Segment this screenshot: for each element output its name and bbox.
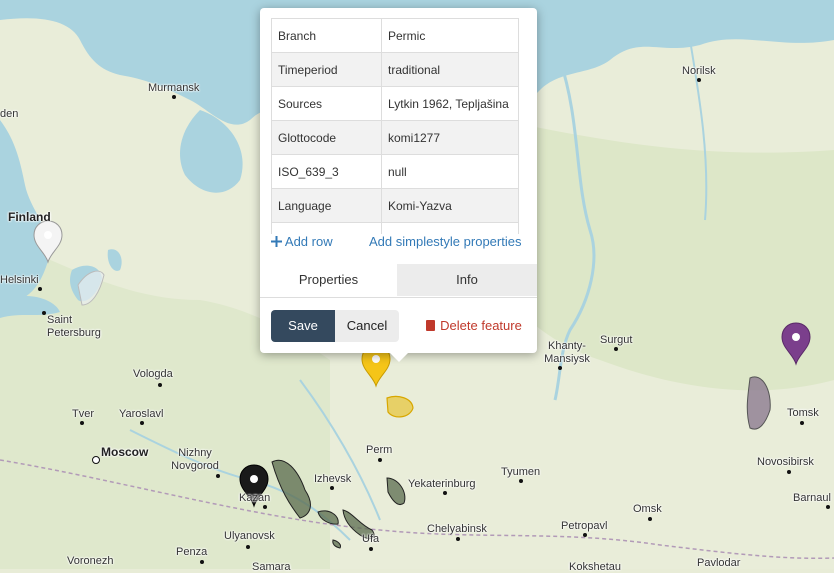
city-label-tyumen: Tyumen (501, 466, 541, 478)
city-label-moscow: Moscow (101, 445, 149, 459)
city-dot (787, 470, 791, 474)
property-key[interactable]: ISO_639_3 (271, 154, 382, 189)
table-row: Sources Lytkin 1962, Tepljašina (271, 86, 519, 121)
city-dot (140, 421, 144, 425)
city-dot (200, 560, 204, 564)
city-label-kokshetau: Kokshetau (569, 561, 621, 573)
property-value[interactable] (381, 222, 519, 234)
city-label-novosibirsk: Novosibirsk (757, 456, 814, 468)
property-value[interactable]: null (381, 154, 519, 189)
feature-popup: Branch Permic Timeperiod traditional Sou… (260, 8, 537, 353)
city-label-helsinki: Helsinki (0, 274, 39, 286)
save-button[interactable]: Save (271, 310, 335, 342)
city-dot (330, 486, 334, 490)
city-label-ulyanovsk: Ulyanovsk (224, 530, 275, 542)
table-row: Timeperiod traditional (271, 52, 519, 87)
city-dot (369, 547, 373, 551)
table-row: ISO_639_3 null (271, 154, 519, 189)
table-row: Branch Permic (271, 18, 519, 53)
city-dot (697, 78, 701, 82)
city-dot (378, 458, 382, 462)
property-value[interactable]: Lytkin 1962, Tepljašina (381, 86, 519, 121)
property-key[interactable] (271, 222, 382, 234)
city-label-pavlodar: Pavlodar (697, 557, 741, 569)
city-dot (172, 95, 176, 99)
properties-table: Branch Permic Timeperiod traditional Sou… (271, 18, 519, 234)
city-label-saint-petersburg: Saint Petersburg (47, 314, 101, 339)
city-dot (800, 421, 804, 425)
city-label-omsk: Omsk (633, 503, 662, 515)
city-label-norilsk: Norilsk (682, 65, 716, 77)
city-dot (558, 366, 562, 370)
property-value[interactable]: komi1277 (381, 120, 519, 155)
trash-icon (426, 320, 436, 331)
city-dot (583, 533, 587, 537)
delete-feature-button[interactable]: Delete feature (421, 310, 527, 342)
city-dot (38, 287, 42, 291)
capital-dot (92, 456, 100, 464)
tab-properties[interactable]: Properties (260, 264, 398, 296)
city-label-ufa: Ufa (362, 533, 380, 545)
add-simplestyle-link[interactable]: Add simplestyle properties (369, 234, 521, 249)
property-key[interactable]: Timeperiod (271, 52, 382, 87)
city-dot (80, 421, 84, 425)
city-dot (826, 505, 830, 509)
plus-icon (271, 236, 282, 247)
property-key[interactable]: Branch (271, 18, 382, 53)
popup-tip (389, 352, 409, 362)
table-row (271, 222, 519, 234)
property-value[interactable]: Komi-Yazva (381, 188, 519, 223)
city-label-tver: Tver (72, 408, 94, 420)
city-label-yekaterinburg: Yekaterinburg (408, 478, 476, 490)
property-key[interactable]: Sources (271, 86, 382, 121)
city-label-tomsk: Tomsk (787, 407, 819, 419)
city-dot (456, 537, 460, 541)
property-value[interactable]: traditional (381, 52, 519, 87)
property-key[interactable]: Glottocode (271, 120, 382, 155)
city-dot (42, 311, 46, 315)
city-label-sweden-fragment: den (0, 108, 19, 120)
popup-actions: Save Cancel Delete feature (271, 310, 527, 342)
city-dot (263, 505, 267, 509)
city-dot (443, 491, 447, 495)
delete-feature-label: Delete feature (440, 318, 522, 333)
city-dot (648, 517, 652, 521)
city-dot (158, 383, 162, 387)
city-dot (614, 347, 618, 351)
property-key[interactable]: Language (271, 188, 382, 223)
add-row-label: Add row (284, 234, 333, 249)
city-label-chelyabinsk: Chelyabinsk (427, 523, 487, 535)
city-label-penza: Penza (176, 546, 208, 558)
tab-info[interactable]: Info (397, 264, 537, 296)
city-label-vologda: Vologda (133, 368, 173, 380)
city-label-nizhny-novgorod: Nizhny Novgorod (171, 447, 219, 472)
city-label-khanty-mansiysk: Khanty-Mansiysk (544, 340, 590, 365)
city-label-barnaul: Barnaul (793, 492, 831, 504)
properties-table-container[interactable]: Branch Permic Timeperiod traditional Sou… (271, 18, 519, 234)
city-label-samara: Samara (252, 561, 291, 573)
city-label-voronezh: Voronezh (67, 555, 114, 567)
property-value[interactable]: Permic (381, 18, 519, 53)
city-label-izhevsk: Izhevsk (314, 473, 352, 485)
city-label-kazan: Kazan (239, 492, 271, 504)
city-dot (216, 474, 220, 478)
table-row: Glottocode komi1277 (271, 120, 519, 155)
city-label-yaroslavl: Yaroslavl (119, 408, 164, 420)
add-row-link[interactable]: Add row (271, 234, 333, 249)
city-dot (246, 545, 250, 549)
cancel-button[interactable]: Cancel (335, 310, 399, 342)
city-label-petropavl: Petropavl (561, 520, 608, 532)
city-label-murmansk: Murmansk (148, 82, 200, 94)
city-label-perm: Perm (366, 444, 393, 456)
city-label-surgut: Surgut (600, 334, 633, 346)
city-dot (519, 479, 523, 483)
popup-tabs: Properties Info (260, 264, 537, 298)
table-row: Language Komi-Yazva (271, 188, 519, 223)
country-label-finland: Finland (8, 210, 51, 224)
